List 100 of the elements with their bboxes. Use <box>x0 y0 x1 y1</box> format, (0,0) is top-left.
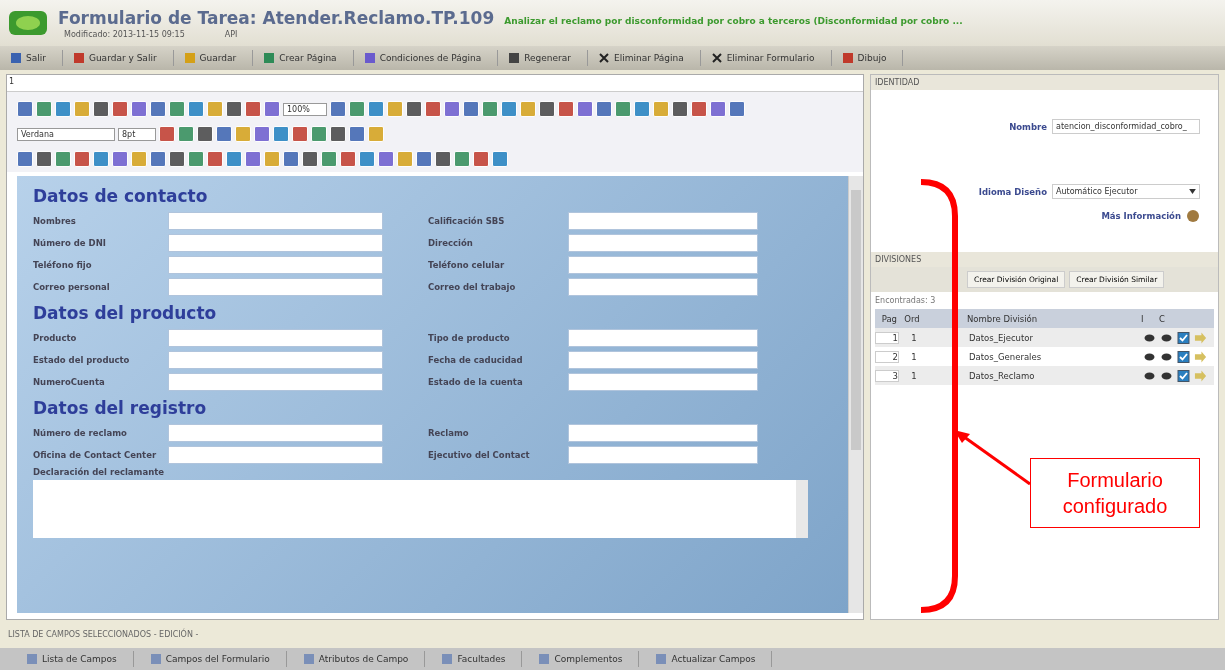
toolbar-icon[interactable] <box>577 101 593 117</box>
toolbar-icon[interactable] <box>207 151 223 167</box>
toolbar-icon[interactable] <box>302 151 318 167</box>
toolbar-icon[interactable] <box>292 126 308 142</box>
toolbar-icon[interactable] <box>169 101 185 117</box>
input-field[interactable] <box>168 255 383 274</box>
input-field[interactable] <box>168 350 383 369</box>
scrollbar[interactable] <box>796 480 808 538</box>
input-field[interactable]: 2 <box>875 350 899 363</box>
toolbar-icon[interactable] <box>36 101 52 117</box>
checkbox[interactable] <box>1177 369 1190 382</box>
toolbar-button[interactable]: Atributos de Campo <box>296 651 426 667</box>
input-field[interactable]: 3 <box>875 369 899 382</box>
font-select[interactable]: Verdana <box>17 127 115 141</box>
toolbar-icon[interactable] <box>615 101 631 117</box>
toolbar-icon[interactable] <box>444 101 460 117</box>
toolbar-icon[interactable] <box>321 151 337 167</box>
toolbar-icon[interactable] <box>454 151 470 167</box>
page-tab[interactable]: 1 <box>9 77 15 86</box>
zoom-select[interactable]: 100% <box>283 102 327 116</box>
input-field[interactable] <box>568 255 758 274</box>
toolbar-icon[interactable] <box>710 101 726 117</box>
input-field[interactable] <box>168 233 383 252</box>
toolbar-icon[interactable] <box>368 101 384 117</box>
toolbar-icon[interactable] <box>473 151 489 167</box>
toolbar-icon[interactable] <box>691 101 707 117</box>
input-field[interactable]: 1 <box>875 331 899 344</box>
toolbar-icon[interactable] <box>501 101 517 117</box>
toolbar-icon[interactable] <box>463 101 479 117</box>
scrollbar[interactable] <box>848 176 863 613</box>
input-field[interactable]: atencion_disconformidad_cobro_ <box>1052 119 1200 134</box>
table-row[interactable]: 3 1 Datos_Reclamo <box>875 366 1214 385</box>
toolbar-icon[interactable] <box>112 151 128 167</box>
toolbar-icon[interactable] <box>406 101 422 117</box>
toolbar-icon[interactable] <box>359 151 375 167</box>
toolbar-button[interactable]: Lista de Campos <box>20 651 134 667</box>
input-field[interactable] <box>568 233 758 252</box>
toolbar-icon[interactable] <box>188 151 204 167</box>
toolbar-icon[interactable] <box>482 101 498 117</box>
toolbar-icon[interactable] <box>93 151 109 167</box>
input-field[interactable] <box>568 328 758 347</box>
toolbar-icon[interactable] <box>159 126 175 142</box>
toolbar-icon[interactable] <box>539 101 555 117</box>
toolbar-button[interactable]: Eliminar Página <box>591 50 701 66</box>
input-field[interactable] <box>568 372 758 391</box>
toolbar-button[interactable]: Condiciones de Página <box>357 50 499 66</box>
info-icon[interactable] <box>1186 209 1200 223</box>
toolbar-icon[interactable] <box>245 151 261 167</box>
toolbar-icon[interactable] <box>36 151 52 167</box>
toolbar-icon[interactable] <box>17 101 33 117</box>
input-field[interactable] <box>568 211 758 230</box>
arrow-icon[interactable] <box>1194 350 1207 363</box>
language-select[interactable]: Automático Ejecutor <box>1052 184 1200 199</box>
toolbar-icon[interactable] <box>169 151 185 167</box>
toolbar-button[interactable]: Crear Página <box>257 50 354 66</box>
toolbar-icon[interactable] <box>349 126 365 142</box>
toolbar-icon[interactable] <box>596 101 612 117</box>
toolbar-icon[interactable] <box>311 126 327 142</box>
toolbar-icon[interactable] <box>131 101 147 117</box>
toolbar-icon[interactable] <box>330 126 346 142</box>
input-field[interactable] <box>168 277 383 296</box>
toolbar-icon[interactable] <box>188 101 204 117</box>
toolbar-icon[interactable] <box>558 101 574 117</box>
toolbar-icon[interactable] <box>216 126 232 142</box>
input-field[interactable] <box>568 445 758 464</box>
toolbar-icon[interactable] <box>672 101 688 117</box>
toolbar-icon[interactable] <box>435 151 451 167</box>
more-info-link[interactable]: Más Información <box>1101 211 1181 221</box>
toolbar-icon[interactable] <box>178 126 194 142</box>
toolbar-button[interactable]: Dibujo <box>835 50 904 66</box>
toolbar-icon[interactable] <box>634 101 650 117</box>
toolbar-icon[interactable] <box>150 151 166 167</box>
toolbar-icon[interactable] <box>17 151 33 167</box>
toolbar-icon[interactable] <box>55 101 71 117</box>
toolbar-icon[interactable] <box>74 151 90 167</box>
toolbar-button[interactable]: Regenerar <box>502 50 588 66</box>
toolbar-icon[interactable] <box>349 101 365 117</box>
toolbar-icon[interactable] <box>264 101 280 117</box>
input-field[interactable] <box>168 423 383 442</box>
toolbar-icon[interactable] <box>226 151 242 167</box>
toolbar-button[interactable]: Guardar y Salir <box>66 50 174 66</box>
toolbar-icon[interactable] <box>55 151 71 167</box>
toolbar-button[interactable]: Guardar <box>177 50 254 66</box>
toolbar-button[interactable]: Complementos <box>532 651 640 667</box>
input-field[interactable] <box>168 372 383 391</box>
toolbar-button[interactable]: Campos del Formulario <box>143 651 287 667</box>
input-field[interactable] <box>568 423 758 442</box>
dropdown-arrow-icon[interactable] <box>1189 189 1196 194</box>
toolbar-icon[interactable] <box>416 151 432 167</box>
toolbar-button[interactable]: Salir <box>4 50 63 66</box>
size-select[interactable]: 8pt <box>118 127 156 141</box>
toolbar-icon[interactable] <box>112 101 128 117</box>
toolbar-icon[interactable] <box>729 101 745 117</box>
toolbar-icon[interactable] <box>283 151 299 167</box>
toolbar-button[interactable]: Eliminar Formulario <box>704 50 832 66</box>
toolbar-icon[interactable] <box>245 101 261 117</box>
toolbar-icon[interactable] <box>93 101 109 117</box>
toolbar-icon[interactable] <box>197 126 213 142</box>
toolbar-icon[interactable] <box>492 151 508 167</box>
toolbar-button[interactable]: Facultades <box>435 651 523 667</box>
